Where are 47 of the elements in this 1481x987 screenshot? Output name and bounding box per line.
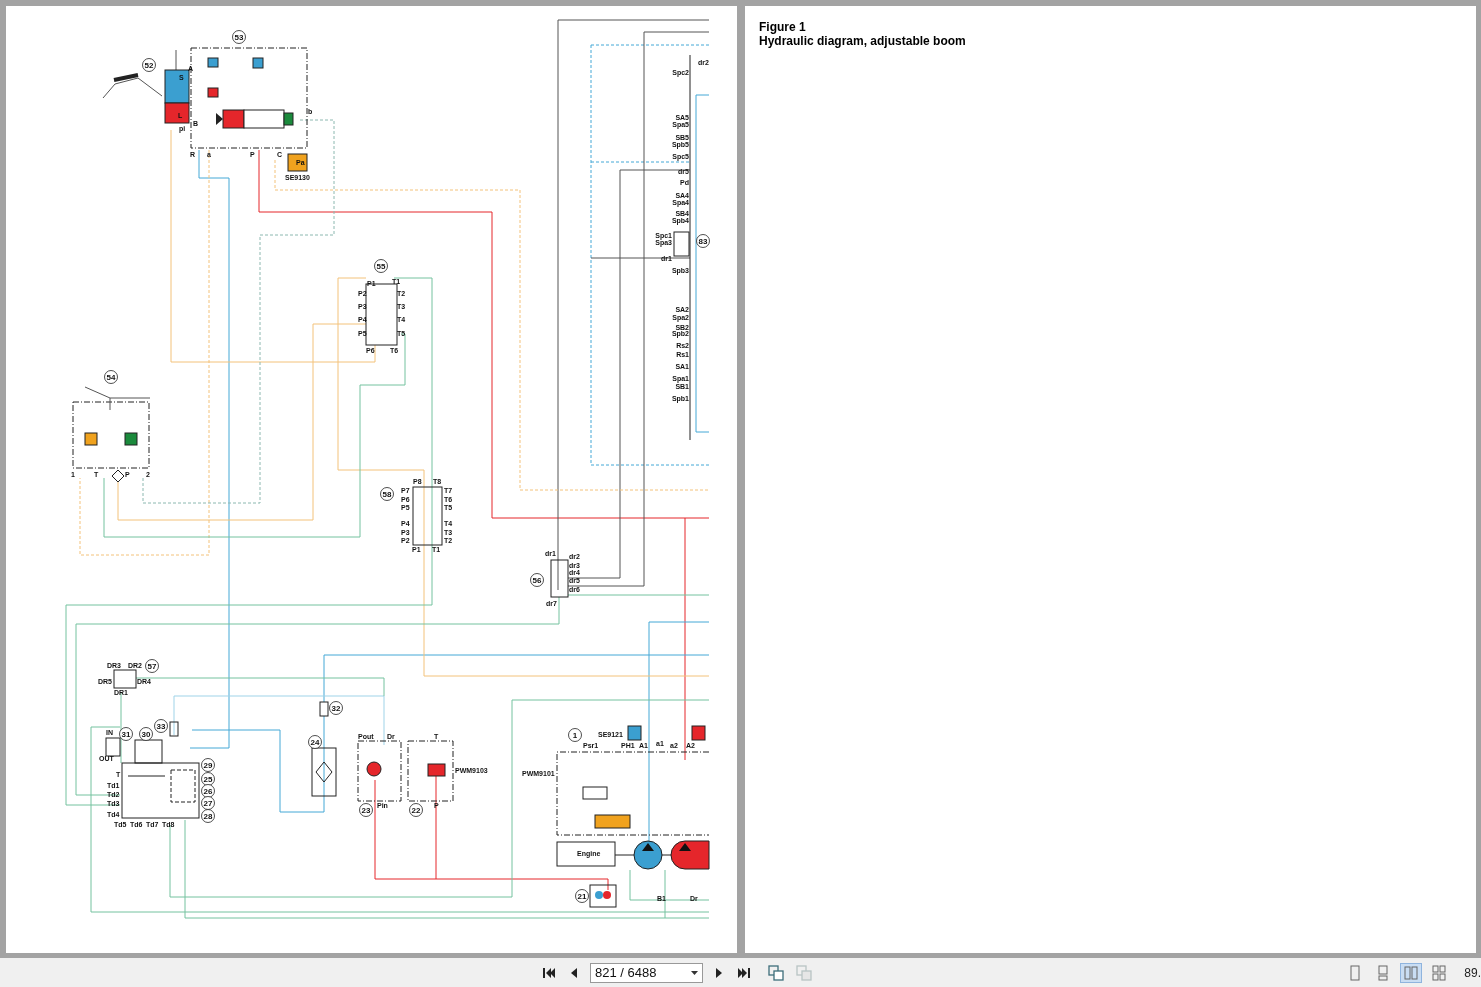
dropdown-caret-icon[interactable]	[691, 970, 698, 975]
valve-drawing	[105, 737, 121, 757]
valve-drawing	[407, 740, 454, 802]
check-valve-drawing	[169, 721, 179, 737]
page-copy-icon[interactable]	[767, 963, 785, 982]
callout-number: 21	[575, 889, 589, 903]
callout-number: 33	[154, 719, 168, 733]
zoom-level: 89.	[1464, 964, 1481, 982]
figure-caption: Hydraulic diagram, adjustable boom	[759, 34, 966, 48]
callout-number: 56	[530, 573, 544, 587]
callout-number: 54	[104, 370, 118, 384]
callout-number: 30	[139, 727, 153, 741]
fan-motor-drawing	[357, 740, 402, 802]
callout-number: 57	[145, 659, 159, 673]
valve-drawing	[134, 739, 163, 764]
port-block-drawing	[365, 283, 398, 346]
callout-number: 52	[142, 58, 156, 72]
callout-number: 83	[696, 234, 710, 248]
callout-number: 22	[409, 803, 423, 817]
callout-number: 55	[374, 259, 388, 273]
port-block-drawing	[550, 559, 569, 598]
callout-number: 1	[568, 728, 582, 742]
callout-number: 24	[308, 735, 322, 749]
filter-drawing	[311, 747, 337, 797]
page-layout-icon	[1376, 964, 1391, 981]
figure-number: Figure 1	[759, 20, 806, 34]
last-page-icon[interactable]	[737, 965, 751, 980]
port-block-drawing	[412, 486, 443, 546]
pump-drawing	[589, 884, 617, 908]
check-valve-drawing	[319, 701, 329, 717]
callout-number: 29	[201, 758, 215, 772]
port-block-drawing	[113, 669, 137, 689]
pressure-sensor-drawing	[287, 153, 308, 172]
page-layout-icon	[1404, 964, 1419, 981]
page-layout-icon	[1348, 964, 1363, 981]
callout-number: 32	[329, 701, 343, 715]
callout-number: 28	[201, 809, 215, 823]
page-layout-icon	[1432, 964, 1447, 981]
view-mode-button[interactable]	[1400, 962, 1423, 983]
page-number-field[interactable]: 821 / 6488	[590, 962, 703, 983]
callout-number: 31	[119, 727, 133, 741]
callout-number: 58	[380, 487, 394, 501]
first-page-icon[interactable]	[542, 965, 556, 980]
callout-number: 53	[232, 30, 246, 44]
callout-number: 23	[359, 803, 373, 817]
lever-drawing	[102, 73, 163, 99]
callout-number: 27	[201, 796, 215, 810]
